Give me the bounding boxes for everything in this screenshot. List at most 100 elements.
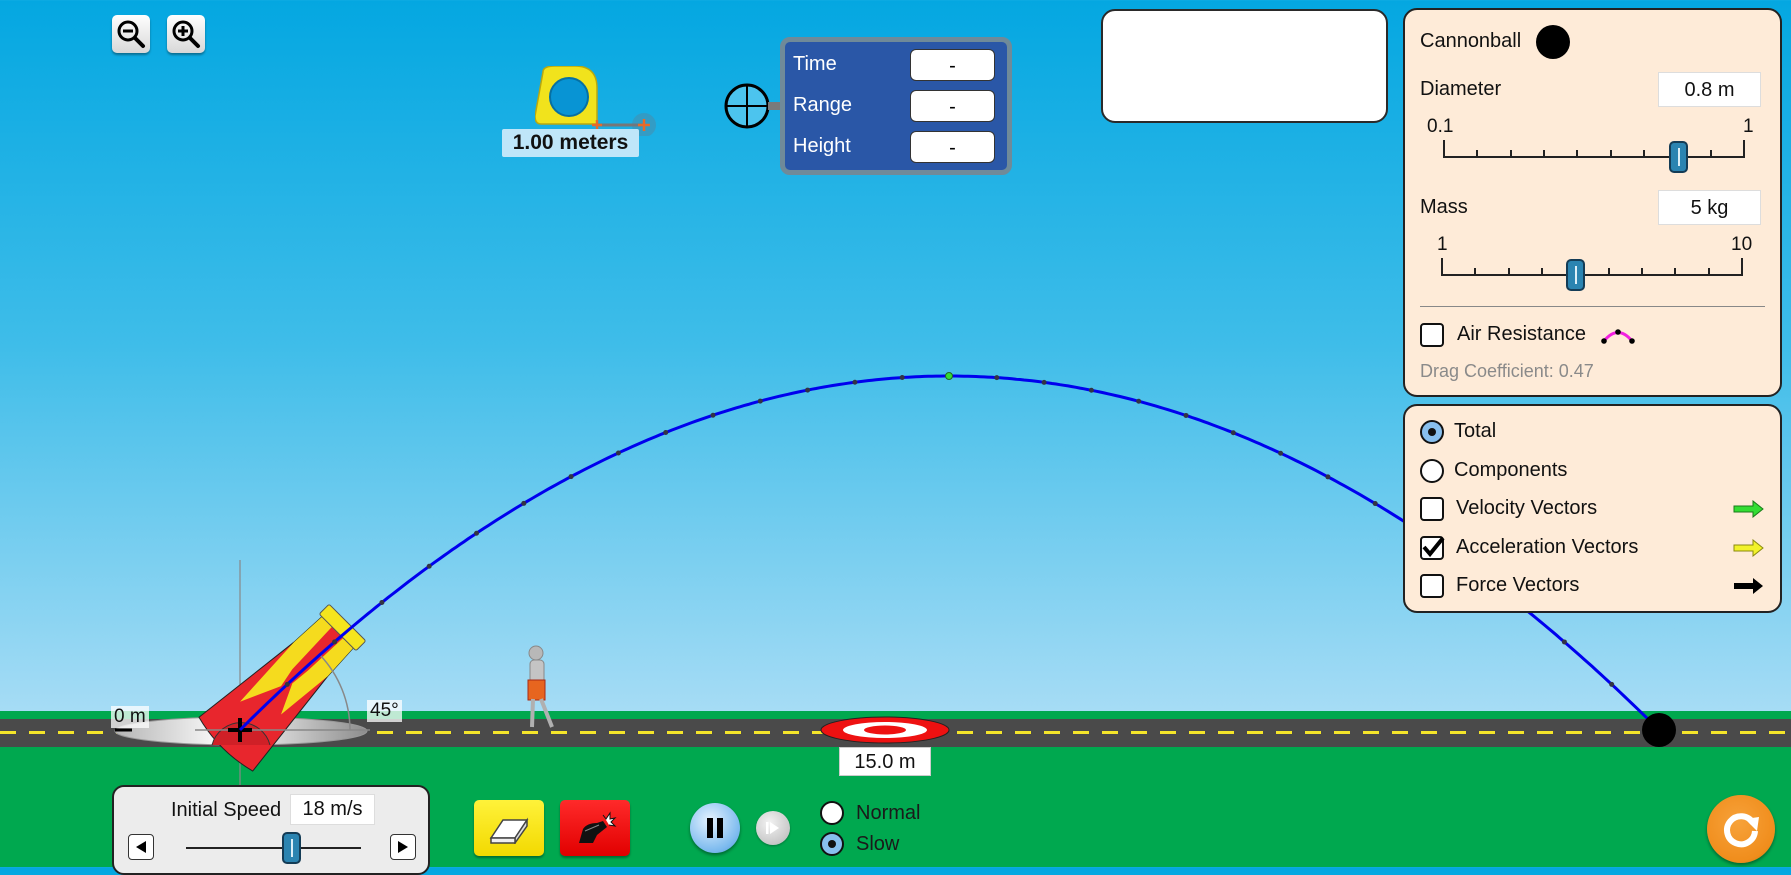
person-figure <box>527 645 554 728</box>
trajectory-point <box>1609 681 1615 687</box>
apex-point <box>945 372 953 380</box>
reset-icon <box>1724 813 1759 848</box>
slider-thumb[interactable] <box>282 832 301 864</box>
total-radio[interactable] <box>1420 420 1444 444</box>
triangle-right-icon <box>398 841 408 853</box>
normal-speed-radio[interactable] <box>820 801 844 825</box>
trajectory-point <box>1278 450 1284 456</box>
slider-track[interactable] <box>1441 274 1743 276</box>
slider-tick <box>1641 268 1643 275</box>
slider-tick <box>1443 140 1445 157</box>
projectile-name: Cannonball <box>1420 30 1522 52</box>
diameter-max-label: 1 <box>1743 116 1754 137</box>
trajectory-point <box>805 387 811 393</box>
trajectory-point <box>474 530 479 536</box>
mass-value[interactable]: 5 kg <box>1658 190 1761 225</box>
target-distance-label[interactable]: 15.0 m <box>839 747 931 776</box>
velocity-vectors-checkbox[interactable] <box>1420 497 1444 521</box>
slider-tick <box>1607 268 1610 275</box>
acceleration-arrow-icon <box>1733 539 1764 557</box>
cannonball[interactable] <box>1642 713 1676 747</box>
diameter-min-label: 0.1 <box>1427 116 1454 137</box>
slider-tick <box>1643 150 1645 157</box>
air-resistance-arc-icon <box>1601 329 1635 344</box>
slider-tick <box>1707 268 1710 275</box>
slider-tick <box>1474 268 1477 275</box>
mass-slider[interactable] <box>1441 258 1743 291</box>
total-label: Total <box>1454 420 1497 442</box>
target[interactable] <box>820 716 950 744</box>
mass-min-label: 1 <box>1437 234 1448 255</box>
slider-tick <box>1476 150 1479 157</box>
trajectory-point <box>568 474 574 480</box>
pause-icon <box>707 818 723 838</box>
initial-speed-slider[interactable] <box>186 831 361 864</box>
cannonball-icon <box>1536 25 1570 59</box>
trajectory-point <box>1561 639 1567 645</box>
reset-all-button[interactable] <box>1707 795 1775 863</box>
velocity-arrow-icon <box>1733 500 1764 518</box>
slider-tick <box>1509 150 1512 157</box>
diameter-value[interactable]: 0.8 m <box>1658 72 1761 107</box>
air-resistance-checkbox[interactable] <box>1420 323 1444 347</box>
drag-coefficient-label: Drag Coefficient: 0.47 <box>1420 361 1594 381</box>
trajectory-point <box>332 639 338 645</box>
divider <box>1420 306 1765 307</box>
force-vectors-label: Force Vectors <box>1456 574 1580 596</box>
eraser-icon <box>489 817 529 844</box>
slider-tick <box>1541 268 1543 275</box>
slider-thumb[interactable] <box>1566 259 1586 291</box>
step-forward-icon <box>766 822 779 834</box>
force-arrow-icon <box>1734 578 1763 594</box>
trajectory-point <box>1325 474 1331 480</box>
trajectory-point <box>1230 430 1236 436</box>
components-label: Components <box>1454 459 1568 481</box>
trajectory-point <box>994 375 1000 381</box>
mass-label: Mass <box>1420 196 1468 218</box>
trajectory-point <box>1041 379 1047 385</box>
projectile-panel: Cannonball Diameter 0.8 m 0.1 1 Mass 5 k… <box>1403 8 1782 397</box>
slider-tick <box>1709 150 1712 157</box>
fire-cannon-icon <box>579 811 617 843</box>
mass-max-label: 10 <box>1731 234 1753 255</box>
components-radio[interactable] <box>1420 459 1444 483</box>
slider-track[interactable] <box>1443 156 1745 158</box>
slow-speed-radio[interactable] <box>820 832 844 856</box>
slow-speed-label: Slow <box>856 833 900 855</box>
trajectory-point <box>899 375 905 381</box>
trajectory-point <box>1183 412 1189 418</box>
trajectory-point <box>426 563 432 569</box>
slider-track[interactable] <box>186 847 361 849</box>
diameter-slider[interactable] <box>1443 140 1745 173</box>
slider-tick <box>1576 150 1579 157</box>
speed-decrease-button[interactable] <box>128 834 154 860</box>
initial-speed-panel: Initial Speed 18 m/s <box>112 785 430 875</box>
diameter-label: Diameter <box>1420 78 1502 100</box>
pause-button[interactable] <box>690 803 740 853</box>
step-forward-button[interactable] <box>756 811 790 845</box>
erase-button[interactable] <box>474 800 544 856</box>
slider-tick <box>1507 268 1510 275</box>
initial-speed-value[interactable]: 18 m/s <box>290 794 375 825</box>
air-resistance-label: Air Resistance <box>1457 323 1586 345</box>
normal-speed-label: Normal <box>856 802 921 824</box>
trajectory-point <box>284 681 290 687</box>
force-vectors-checkbox[interactable] <box>1420 574 1444 598</box>
trajectory-point <box>379 599 385 605</box>
trajectory-point <box>615 450 621 456</box>
slider-thumb[interactable] <box>1668 141 1688 173</box>
trajectory-point <box>663 430 669 436</box>
slider-tick <box>1441 258 1443 275</box>
speed-increase-button[interactable] <box>390 834 416 860</box>
fire-button[interactable] <box>560 800 630 856</box>
trajectory-point <box>1136 398 1142 404</box>
acceleration-vectors-checkbox[interactable] <box>1420 536 1445 560</box>
initial-speed-label: Initial Speed <box>171 799 282 821</box>
slider-tick <box>1743 140 1745 157</box>
acceleration-vectors-label: Acceleration Vectors <box>1456 536 1639 558</box>
slider-tick <box>1609 150 1612 157</box>
velocity-vectors-label: Velocity Vectors <box>1456 497 1598 519</box>
slider-tick <box>1543 150 1545 157</box>
slider-tick <box>1674 268 1677 275</box>
trajectory-point <box>710 412 716 418</box>
